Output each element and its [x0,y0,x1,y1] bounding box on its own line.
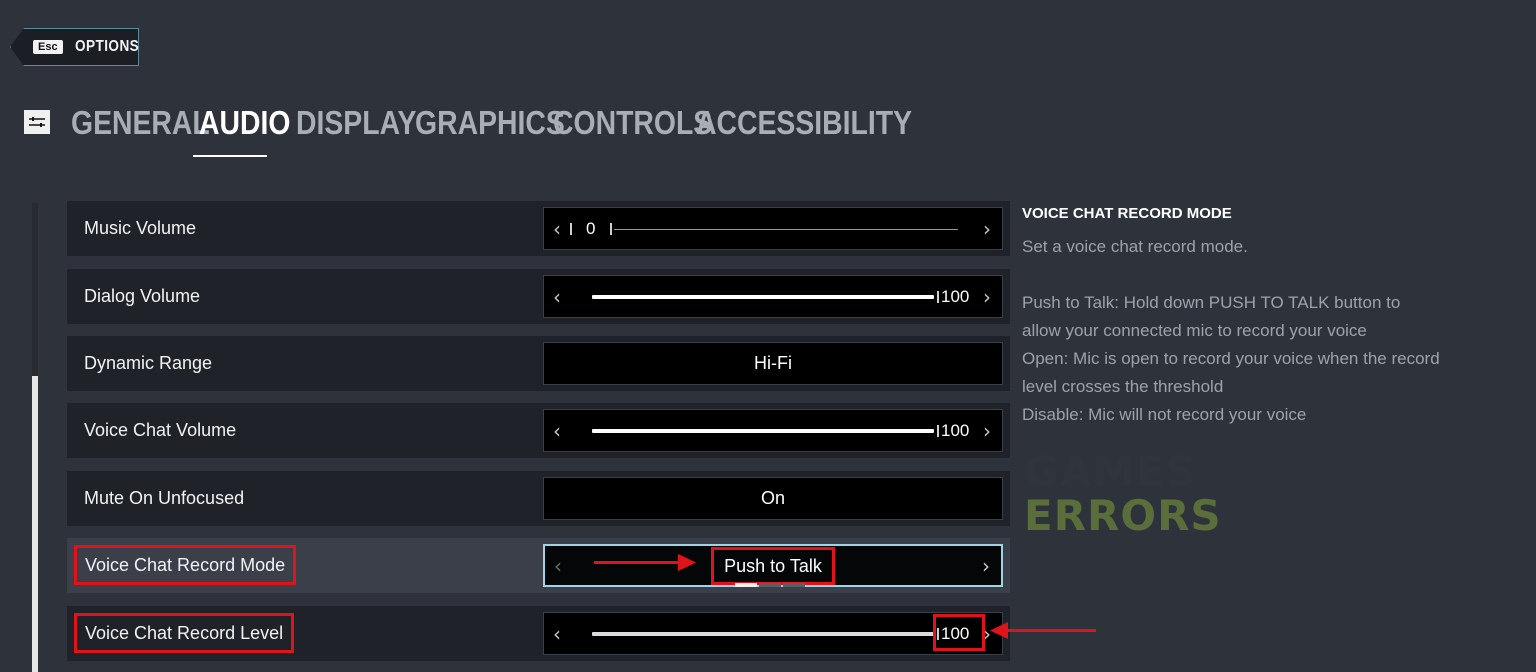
watermark-logo: GAMES ERRORS [1024,450,1222,538]
slider-handle[interactable] [937,290,939,303]
slider-value: 100 [941,286,970,306]
annotation-arrow-shaft [1004,629,1096,632]
selector-value: Push to Talk [545,546,1001,585]
active-tab-underline [193,155,267,157]
info-subtitle: Set a voice chat record mode. [1022,237,1248,256]
info-line: Open: Mic is open to record your voice w… [1022,349,1440,368]
back-options-label: OPTIONS [74,38,139,55]
settings-sliders-icon [24,110,50,134]
annotation-arrow-shaft [594,561,680,564]
watermark-line1: GAMES [1024,447,1197,496]
setting-label-highlighted: Voice Chat Record Mode [73,545,297,585]
chevron-right-icon[interactable]: › [973,546,999,585]
watermark-line2: ERRORS [1024,491,1222,540]
chevron-left-icon[interactable]: ‹ [544,613,570,654]
tab-display[interactable]: DISPLAY [296,104,416,142]
setting-row-voice-chat-volume[interactable]: Voice Chat Volume ‹ 100 › [67,403,1010,458]
annotation-arrow-head [678,554,696,571]
setting-label-highlighted: Voice Chat Record Level [73,613,295,653]
tab-accessibility[interactable]: ACCESSIBILITY [696,104,912,142]
voice-chat-record-mode-selector[interactable]: ‹ Push to Talk › [543,544,1003,587]
info-line: Disable: Mic will not record your voice [1022,405,1307,424]
selector-value: Hi-Fi [754,353,792,373]
annotation-box-record-level [933,614,985,651]
chevron-left-icon[interactable]: ‹ [544,276,570,317]
esc-key-badge: Esc [33,40,63,54]
info-line: allow your connected mic to record your … [1022,321,1367,340]
scrollbar-thumb[interactable] [32,376,38,672]
dialog-volume-slider[interactable]: ‹ 100 › [543,275,1003,318]
indicator-dot [735,583,757,587]
setting-label: Dynamic Range [84,353,213,373]
info-title: VOICE CHAT RECORD MODE [1022,205,1232,222]
chevron-right-icon[interactable]: › [974,208,1000,249]
chevron-right-icon[interactable]: › [974,276,1000,317]
slider-value: 0 [586,218,596,238]
setting-row-music-volume[interactable]: Music Volume ‹ 0 › [67,201,1010,256]
info-line: level crosses the threshold [1022,377,1224,396]
chevron-left-icon[interactable]: ‹ [544,208,570,249]
setting-row-voice-chat-record-mode[interactable]: Voice Chat Record Mode ‹ Push to Talk › [67,538,1010,593]
voice-chat-volume-slider[interactable]: ‹ 100 › [543,409,1003,452]
slider-track[interactable] [592,428,934,433]
tab-controls[interactable]: CONTROLS [553,104,712,142]
info-line: Push to Talk: Hold down PUSH TO TALK but… [1022,293,1401,312]
setting-row-dialog-volume[interactable]: Dialog Volume ‹ 100 › [67,269,1010,324]
back-options-button[interactable]: Esc OPTIONS [10,28,139,66]
setting-label: Music Volume [84,218,197,238]
slider-track[interactable] [592,631,934,636]
indicator-dot [759,583,781,587]
setting-row-mute-on-unfocused[interactable]: Mute On Unfocused On [67,471,1010,526]
mute-on-unfocused-selector[interactable]: On [543,477,1003,520]
mode-page-indicator [735,583,807,587]
setting-row-dynamic-range[interactable]: Dynamic Range Hi-Fi [67,336,1010,391]
slider-track[interactable] [592,294,934,299]
tab-general[interactable]: GENERAL [71,104,210,142]
options-tabs: GENERAL AUDIO DISPLAY GRAPHICS CONTROLS … [71,104,912,142]
slider-track[interactable] [614,228,958,230]
slider-tick [570,222,572,235]
dynamic-range-selector[interactable]: Hi-Fi [543,342,1003,385]
music-volume-slider[interactable]: ‹ 0 › [543,207,1003,250]
chevron-left-icon[interactable]: ‹ [544,410,570,451]
setting-row-voice-chat-record-level[interactable]: Voice Chat Record Level ‹ 100 › [67,606,1010,661]
annotation-arrow-head [990,622,1008,639]
slider-handle[interactable] [610,222,612,235]
setting-label: Mute On Unfocused [84,488,245,508]
slider-handle[interactable] [937,424,939,437]
setting-label: Dialog Volume [84,286,201,306]
tab-graphics[interactable]: GRAPHICS [415,104,565,142]
slider-value: 100 [941,420,970,440]
chevron-right-icon[interactable]: › [974,410,1000,451]
selector-value-text: Push to Talk [711,546,835,585]
tab-audio[interactable]: AUDIO [199,104,290,142]
indicator-dot [783,583,805,587]
selector-value: On [760,488,785,508]
setting-label: Voice Chat Volume [84,420,237,440]
